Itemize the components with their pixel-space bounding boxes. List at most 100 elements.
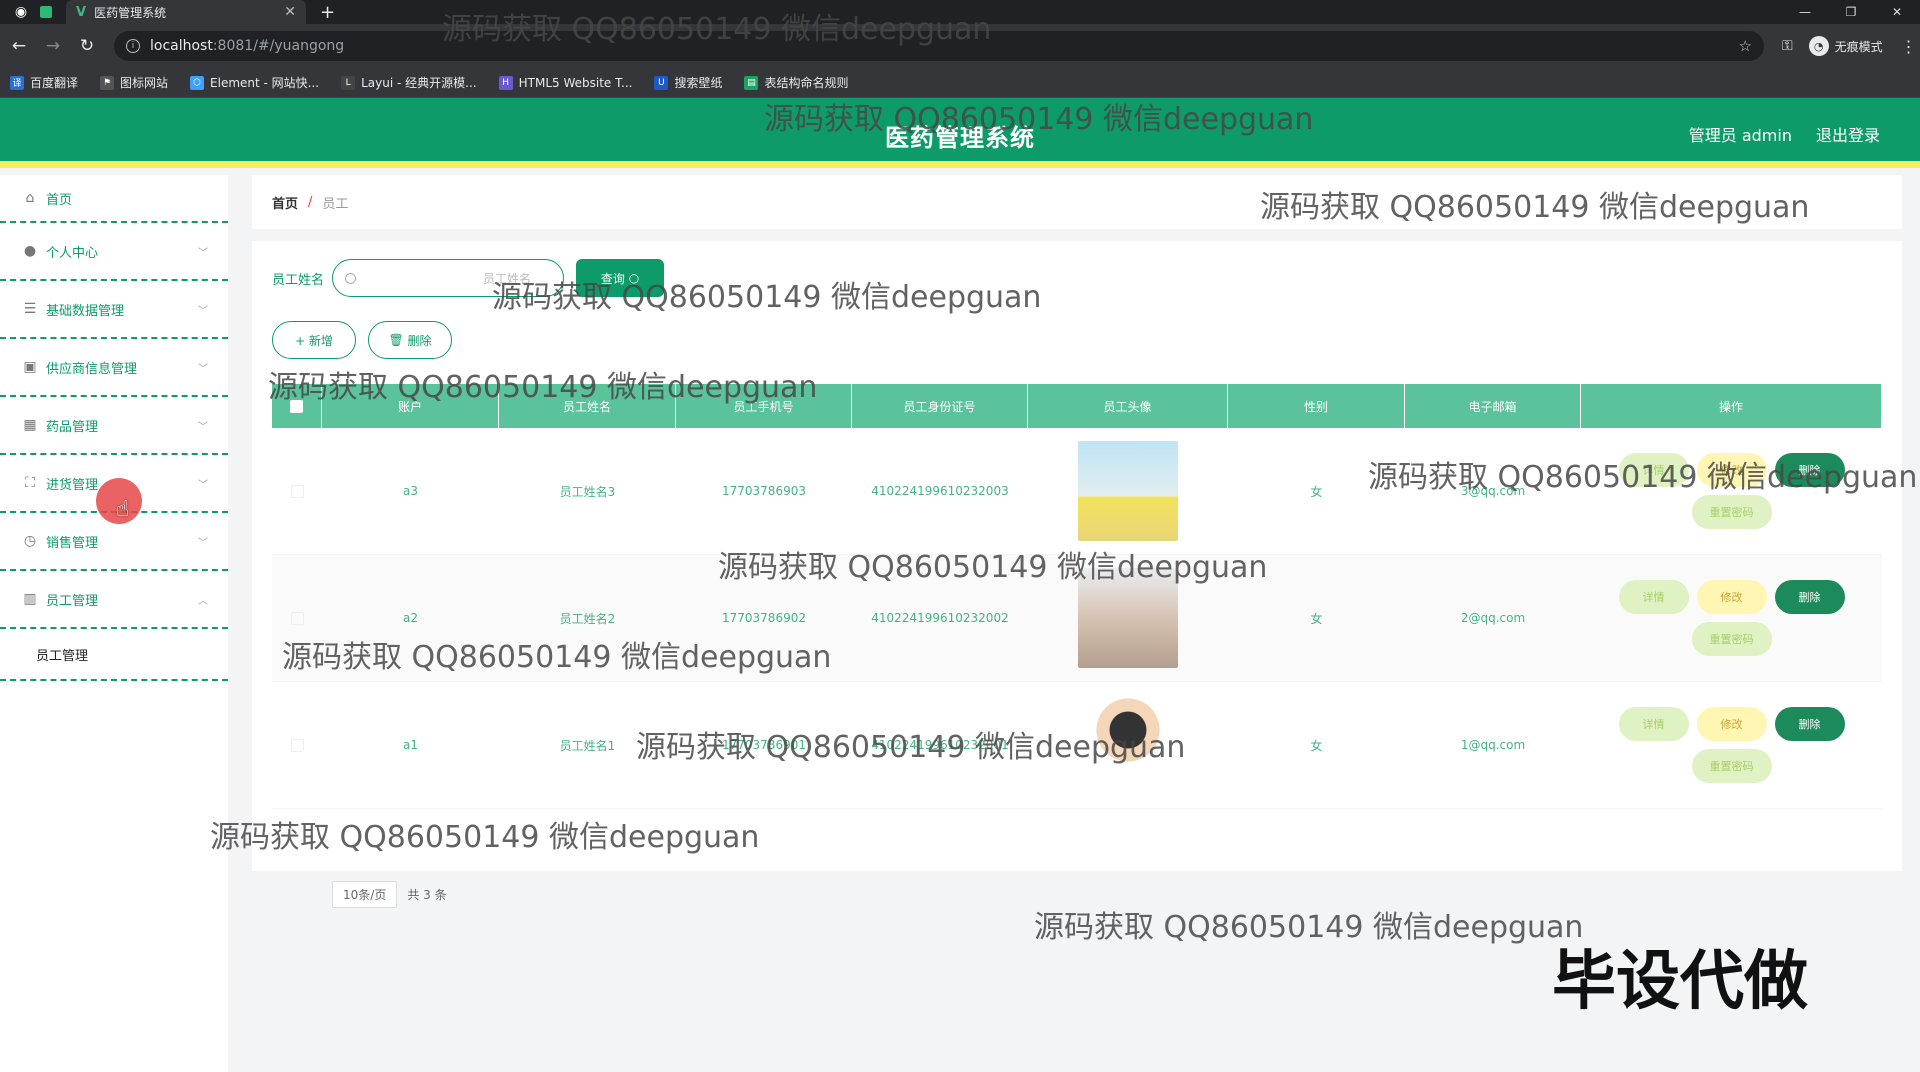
checkbox-box (290, 611, 304, 625)
current-user: 管理员 admin (1688, 126, 1792, 145)
avatar[interactable] (1078, 441, 1178, 541)
bookmark-item[interactable]: ⬡ Element - 网站快... (190, 74, 319, 91)
detail-button[interactable]: 详情 (1618, 707, 1689, 741)
sidebar-item-employee[interactable]: ▥ 员工管理 ︿ (0, 571, 228, 629)
select-all-checkbox[interactable] (272, 384, 322, 428)
reset-password-button[interactable]: 重置密码 (1691, 622, 1772, 656)
row-checkbox[interactable] (272, 428, 322, 554)
employee-name-search-input[interactable]: 员工姓名 (332, 259, 565, 297)
sidebar-item-medicine[interactable]: ▦ 药品管理 ﹀ (0, 397, 228, 455)
chevron-down-icon: ﹀ (198, 537, 208, 549)
edit-button[interactable]: 修改 (1696, 580, 1767, 614)
pagination-total: 共 3 条 (407, 888, 447, 902)
query-button[interactable]: 查询 ○ (576, 259, 665, 297)
pinned-tab[interactable] (32, 0, 60, 24)
pagination: 10条/页 共 3 条 (332, 881, 447, 908)
row-checkbox[interactable] (272, 682, 322, 808)
wallpaper-icon: U (654, 75, 669, 90)
action-row: + 新增 🗑 删除 (272, 321, 464, 359)
reset-password-button[interactable]: 重置密码 (1691, 495, 1772, 529)
window-controls: — ❐ ✕ (1782, 0, 1920, 24)
overlay-caption: 毕设代做 (1552, 945, 1808, 1019)
cell-account: a2 (403, 611, 418, 625)
incognito-indicator[interactable]: ◔ 无痕模式 (1808, 36, 1883, 56)
active-browser-tab[interactable]: V 医药管理系统 ✕ (66, 0, 306, 24)
delete-button[interactable]: 删除 (1774, 707, 1845, 741)
trash-icon: 🗑 (388, 333, 404, 347)
cell-ops: 详情 修改 删除 重置密码 (1581, 428, 1882, 554)
edit-button[interactable]: 修改 (1696, 453, 1767, 487)
pinned-tab-icon (40, 6, 52, 18)
minimize-icon[interactable]: — (1782, 0, 1828, 24)
bookmark-item[interactable]: L Layui - 经典开源模... (341, 74, 477, 91)
header-user-area: 管理员 admin 退出登录 (1665, 122, 1880, 146)
breadcrumb-current: 员工 (322, 196, 349, 212)
back-icon[interactable]: ← (4, 31, 34, 61)
op-line: 详情 修改 删除 (1615, 449, 1849, 491)
sidebar-item-home[interactable]: ⌂ 首页 (0, 175, 228, 223)
delete-button[interactable]: 删除 (1774, 453, 1845, 487)
close-window-icon[interactable]: ✕ (1874, 0, 1920, 24)
op-line: 详情 修改 删除 (1615, 703, 1849, 745)
reload-icon[interactable]: ↻ (72, 31, 102, 61)
avatar[interactable] (1078, 695, 1178, 795)
bookmark-item[interactable]: 译百度翻译 (10, 74, 78, 91)
detail-button[interactable]: 详情 (1618, 580, 1689, 614)
bookmark-item[interactable]: ⚑ 图标网站 (100, 74, 168, 91)
building-icon: ▥ (23, 591, 37, 607)
new-tab-button[interactable]: + (320, 2, 335, 23)
layui-icon: L (341, 75, 356, 90)
restore-icon[interactable]: ❐ (1828, 0, 1874, 24)
breadcrumb-separator: / (308, 194, 313, 210)
cell-email: 3@qq.com (1460, 484, 1526, 498)
bookmark-item[interactable]: U 搜索壁纸 (654, 74, 722, 91)
key-icon[interactable]: ⚿ (1782, 38, 1793, 54)
col-header-sex: 性别 (1228, 384, 1405, 428)
employee-table: 账户 员工姓名 员工手机号 员工身份证号 员工头像 性别 电子邮箱 操作 a3 … (272, 384, 1882, 809)
sidebar-subitem-employee-manage[interactable]: 员工管理 (0, 629, 228, 681)
cell-account: a1 (403, 738, 418, 752)
checkbox-box (290, 738, 304, 752)
avatar[interactable] (1078, 568, 1178, 668)
element-icon: ⬡ (190, 75, 205, 90)
op-line: 详情 修改 删除 (1615, 576, 1849, 618)
chevron-down-icon: ﹀ (198, 247, 208, 259)
reset-password-button[interactable]: 重置密码 (1691, 749, 1772, 783)
home-icon: ⌂ (25, 190, 35, 206)
bookmark-item[interactable]: ▤ 表结构命名规则 (744, 74, 848, 91)
batch-delete-button[interactable]: 🗑 删除 (368, 321, 452, 359)
browser-menu-icon[interactable]: ⋮ (1901, 37, 1917, 56)
delete-button[interactable]: 删除 (1774, 580, 1845, 614)
row-checkbox[interactable] (272, 555, 322, 681)
page-size-select[interactable]: 10条/页 (332, 881, 398, 908)
close-tab-icon[interactable]: ✕ (284, 4, 296, 20)
search-label: 员工姓名 (272, 272, 325, 288)
url-input[interactable]: i localhost :8081/#/yuangong ☆ (114, 31, 1764, 61)
col-header-ops: 操作 (1581, 384, 1882, 428)
site-info-icon[interactable]: i (126, 39, 140, 53)
html5-icon: H (498, 75, 513, 90)
chevron-down-icon: ﹀ (198, 421, 208, 433)
sidebar-item-basic-data[interactable]: ☰ 基础数据管理 ﹀ (0, 281, 228, 339)
cell-sex: 女 (1310, 611, 1323, 626)
breadcrumb-home[interactable]: 首页 (272, 193, 298, 212)
incognito-icon: ◔ (1808, 36, 1829, 56)
bookmark-star-icon[interactable]: ☆ (1739, 37, 1752, 55)
cell-email: 1@qq.com (1460, 738, 1526, 752)
detail-button[interactable]: 详情 (1618, 453, 1689, 487)
add-button[interactable]: + 新增 (272, 321, 356, 359)
table-header: 账户 员工姓名 员工手机号 员工身份证号 员工头像 性别 电子邮箱 操作 (272, 384, 1882, 428)
table-row: a2 员工姓名2 17703786902 410224199610232002 … (272, 555, 1882, 682)
edit-button[interactable]: 修改 (1696, 707, 1767, 741)
cell-sex: 女 (1310, 484, 1323, 499)
tab-title: 医药管理系统 (94, 5, 167, 20)
url-host: localhost (150, 38, 213, 54)
col-header-avatar: 员工头像 (1028, 384, 1228, 428)
col-header-name: 员工姓名 (499, 384, 676, 428)
logout-link[interactable]: 退出登录 (1816, 122, 1880, 146)
sidebar-item-profile[interactable]: ● 个人中心 ﹀ (0, 223, 228, 281)
bookmark-item[interactable]: H HTML5 Website T... (498, 75, 632, 90)
sheet-icon: ▤ (744, 75, 759, 90)
sidebar-item-supplier[interactable]: ▣ 供应商信息管理 ﹀ (0, 339, 228, 397)
forward-icon[interactable]: → (38, 31, 68, 61)
